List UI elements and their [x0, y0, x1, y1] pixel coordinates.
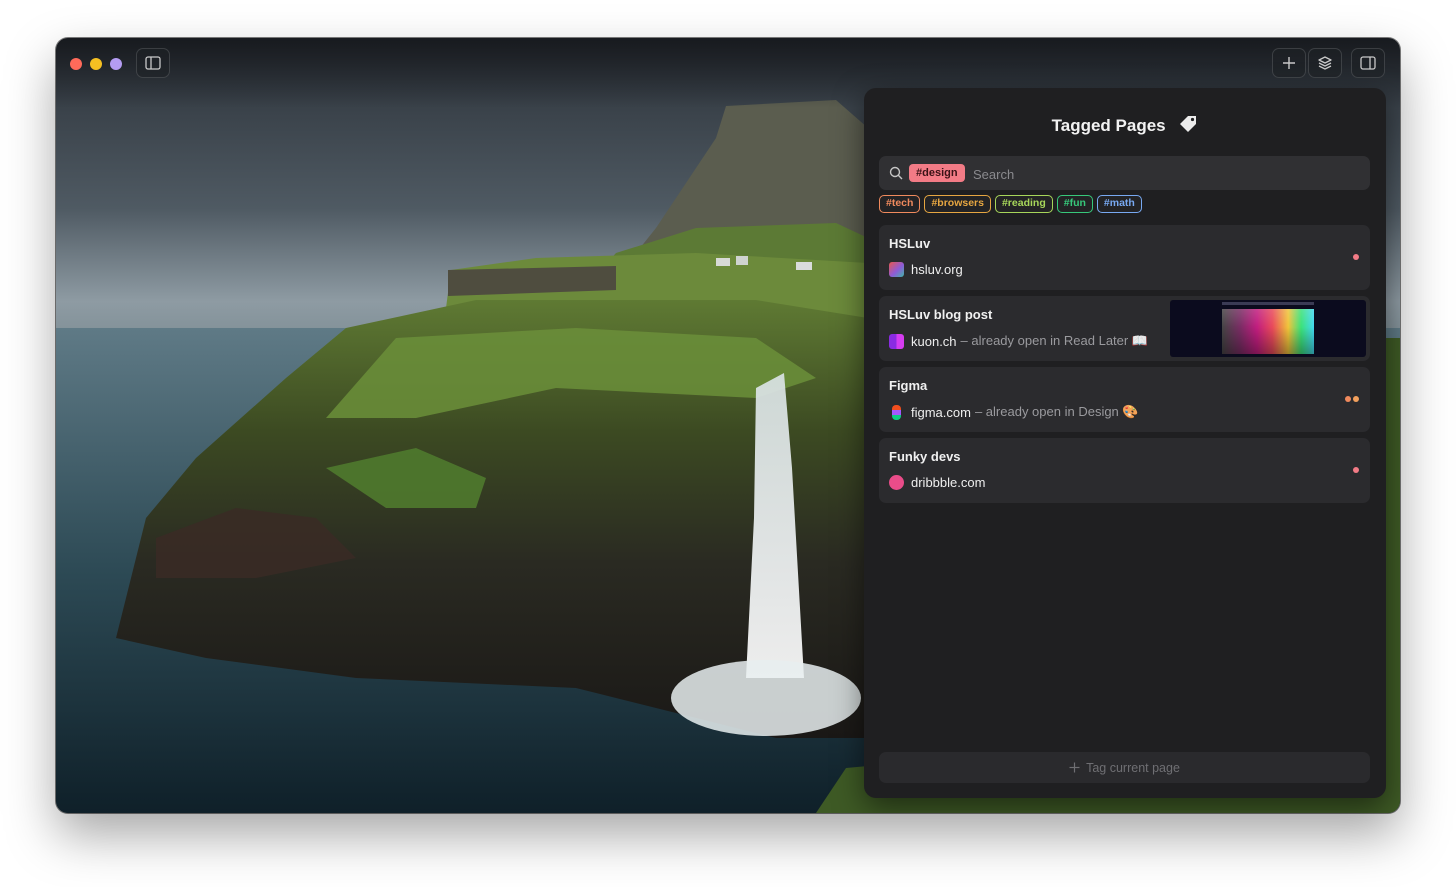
tag-icon [1178, 114, 1198, 139]
tagged-page-item[interactable]: HSLuv hsluv.org [879, 225, 1370, 290]
page-title: Figma [889, 378, 928, 393]
kuon-favicon [889, 333, 904, 349]
new-tab-button[interactable] [1272, 48, 1306, 78]
plus-icon [1283, 57, 1295, 69]
page-title: Funky devs [889, 449, 961, 464]
hsluv-favicon [889, 262, 904, 277]
tag-filter-reading[interactable]: #reading [994, 195, 1053, 213]
plus-icon [1069, 762, 1080, 773]
tag-filter-tech[interactable]: #tech [879, 195, 921, 213]
tag-current-page-label: Tag current page [1086, 760, 1180, 775]
page-domain: hsluv.org [911, 262, 963, 277]
tag-current-page-button[interactable]: Tag current page [879, 752, 1370, 783]
figma-favicon [892, 404, 901, 420]
tagged-pages-panel: Tagged Pages #design #tech #browsers #re… [864, 88, 1386, 798]
page-domain: figma.com [911, 404, 971, 420]
tag-color-dot [1353, 396, 1359, 402]
tag-color-dot [1353, 254, 1359, 260]
tagged-page-item[interactable]: Figma figma.com – already open in Design… [879, 367, 1370, 432]
tagged-page-list: HSLuv hsluv.org HSLuv blog post kuon.ch … [879, 225, 1370, 509]
sidebar-toggle-button[interactable] [136, 48, 170, 78]
search-icon [889, 166, 903, 180]
page-domain: dribbble.com [911, 475, 986, 490]
close-window-button[interactable] [70, 58, 82, 70]
tagged-page-item[interactable]: HSLuv blog post kuon.ch – already open i… [879, 296, 1370, 361]
dribbble-favicon [889, 475, 904, 490]
tag-filter-math[interactable]: #math [1096, 195, 1142, 213]
search-input[interactable] [971, 163, 1355, 185]
spaces-button[interactable] [1308, 48, 1342, 78]
tag-color-dot [1353, 467, 1359, 473]
page-domain: kuon.ch [911, 333, 957, 349]
page-open-note: – already open in Read Later 📖 [960, 333, 1149, 348]
right-panel-icon [1360, 56, 1376, 70]
right-panel-toggle-button[interactable] [1351, 48, 1385, 78]
page-title: HSLuv [889, 236, 931, 251]
search-bar[interactable]: #design [879, 156, 1370, 190]
tag-filter-list: #tech #browsers #reading #fun #math [879, 195, 1142, 213]
page-open-note: – already open in Design 🎨 [974, 404, 1139, 419]
tag-color-dot [1345, 396, 1351, 402]
layers-icon [1318, 56, 1332, 70]
page-preview-thumbnail [1170, 300, 1366, 357]
panel-heading: Tagged Pages [864, 114, 1386, 139]
browser-window: Tagged Pages #design #tech #browsers #re… [56, 38, 1400, 813]
page-title: HSLuv blog post [889, 307, 993, 322]
minimize-window-button[interactable] [90, 58, 102, 70]
panel-title: Tagged Pages [1051, 115, 1166, 135]
tag-filter-fun[interactable]: #fun [1056, 195, 1093, 213]
tagged-page-item[interactable]: Funky devs dribbble.com [879, 438, 1370, 503]
sidebar-toggle-icon [145, 56, 161, 70]
active-tag-filter[interactable]: #design [909, 164, 965, 182]
tag-filter-browsers[interactable]: #browsers [924, 195, 991, 213]
zoom-window-button[interactable] [110, 58, 122, 70]
